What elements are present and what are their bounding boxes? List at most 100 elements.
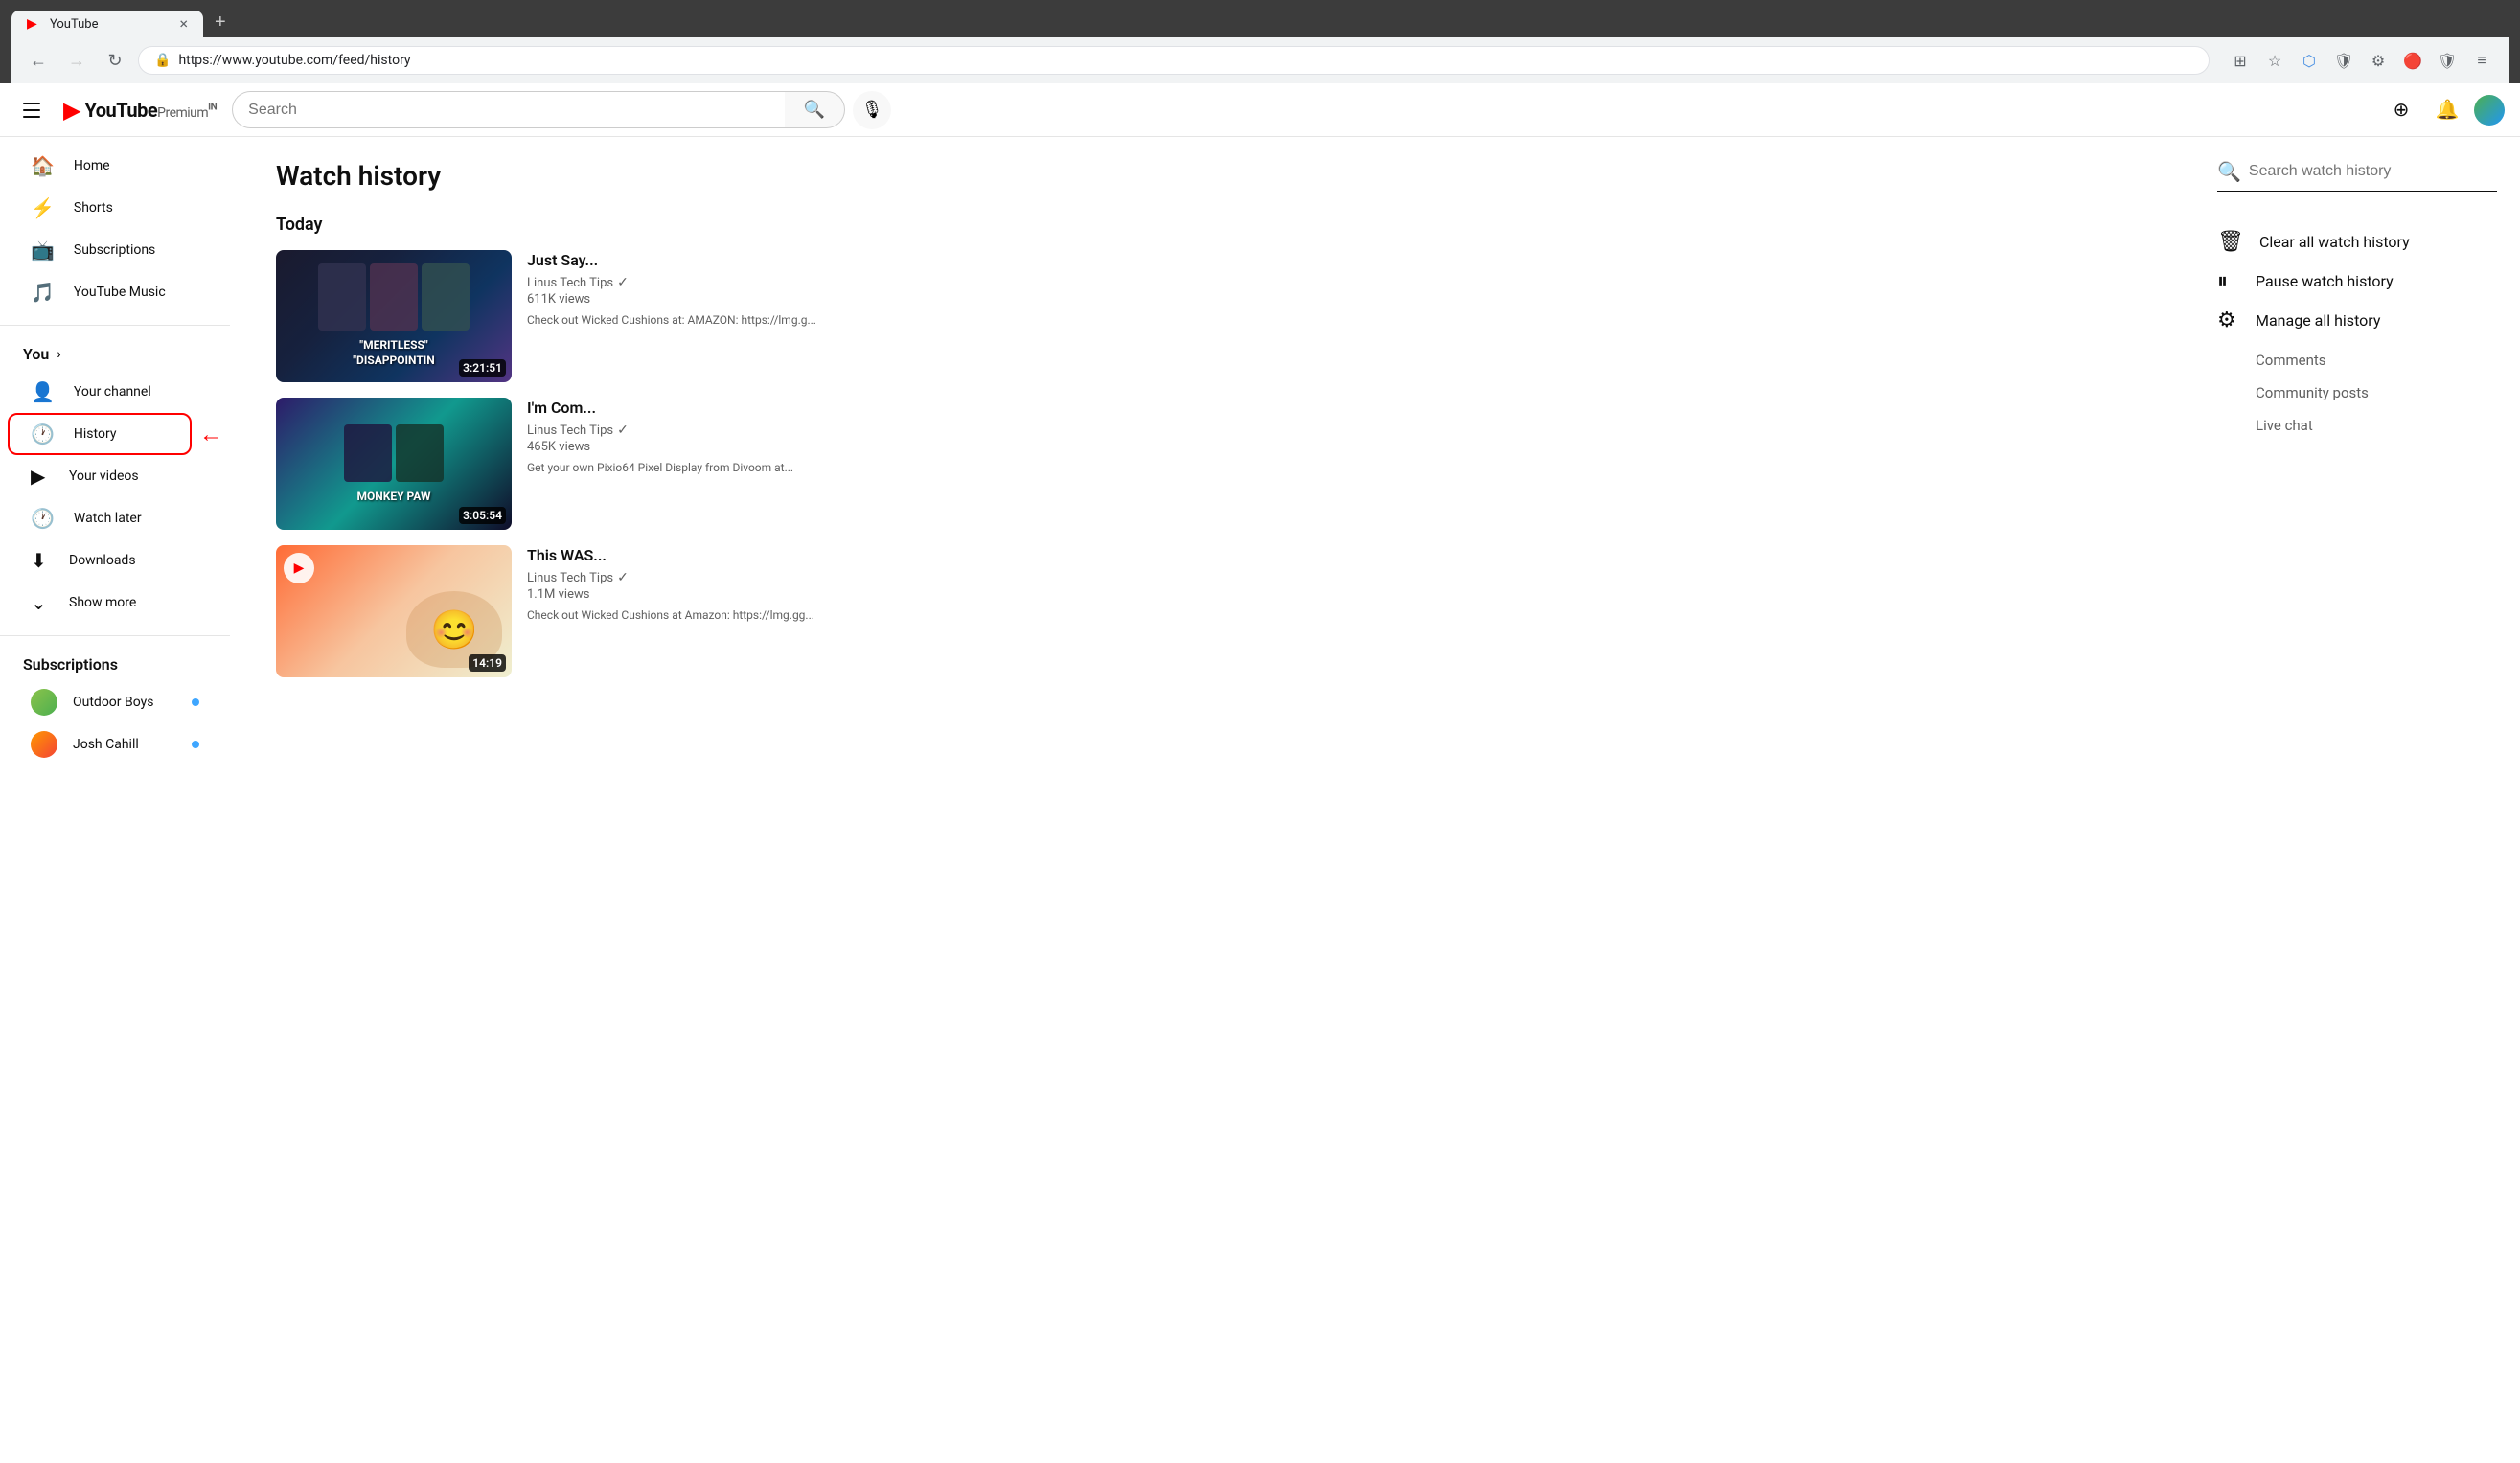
- live-chat-action[interactable]: Live chat: [2256, 409, 2497, 442]
- url-bar[interactable]: 🔒 https://www.youtube.com/feed/history: [138, 46, 2210, 75]
- clear-history-label: Clear all watch history: [2259, 233, 2410, 251]
- thumb-overlay-text-2: MONKEY PAW: [356, 490, 430, 503]
- sidebar-item-videos-label: Your videos: [69, 469, 139, 484]
- you-label: You: [23, 345, 49, 363]
- channel-name-2: Linus Tech Tips: [527, 423, 613, 438]
- account-avatar[interactable]: [2474, 95, 2505, 126]
- sidebar-item-shorts-label: Shorts: [74, 200, 113, 216]
- addon-3-icon[interactable]: 🔴: [2397, 45, 2428, 76]
- video-channel-3: Linus Tech Tips ✓: [527, 570, 947, 585]
- video-title-1: Just Say...: [527, 250, 947, 271]
- sidebar-item-home-label: Home: [74, 158, 110, 173]
- josh-cahill-notification-dot: [192, 741, 199, 748]
- clear-history-button[interactable]: 🗑 Clear all watch history: [2217, 222, 2497, 262]
- history-row: 🕐 History ←: [8, 413, 222, 455]
- sidebar-divider-2: [0, 635, 230, 636]
- create-button[interactable]: ⊕: [2382, 91, 2420, 129]
- watch-later-icon: 🕐: [31, 507, 55, 530]
- browser-chrome: ▶ YouTube × + ← → ↻ 🔒 https://www.youtub…: [0, 0, 2520, 83]
- voice-search-button[interactable]: 🎙: [853, 91, 891, 129]
- sidebar-item-watch-later-label: Watch later: [74, 511, 142, 526]
- outdoor-boys-notification-dot: [192, 698, 199, 706]
- search-input[interactable]: [232, 91, 785, 128]
- new-tab-button[interactable]: +: [207, 8, 234, 37]
- video-item[interactable]: "MERITLESS""DISAPPOINTIN 3:21:51 Just Sa…: [276, 250, 947, 382]
- search-button[interactable]: 🔍: [785, 91, 845, 128]
- video-item[interactable]: MONKEY PAW 3:05:54 I'm Com... Linus Tech…: [276, 398, 947, 530]
- manage-history-button[interactable]: ⚙ Manage all history: [2217, 301, 2497, 340]
- notifications-button[interactable]: 🔔: [2428, 91, 2466, 129]
- pause-history-label: Pause watch history: [2256, 272, 2394, 290]
- sidebar: 🏠 Home ⚡ Shorts 📺 Subscriptions 🎵 YouTub…: [0, 137, 230, 1463]
- channel-name-3: Linus Tech Tips: [527, 571, 613, 585]
- addon-1-icon[interactable]: 🛡: [2328, 45, 2359, 76]
- refresh-button[interactable]: ↻: [100, 45, 130, 76]
- sidebar-item-history[interactable]: 🕐 History: [8, 413, 192, 455]
- youtube-logo-icon: ▶: [63, 97, 80, 124]
- sidebar-item-shorts[interactable]: ⚡ Shorts: [8, 187, 222, 229]
- addon-2-icon[interactable]: ⚙: [2363, 45, 2394, 76]
- search-form: 🔍: [232, 91, 845, 128]
- search-history-section: 🔍: [2217, 160, 2497, 192]
- video-desc-3: Check out Wicked Cushions at Amazon: htt…: [527, 607, 947, 624]
- sidebar-item-watch-later[interactable]: 🕐 Watch later: [8, 497, 222, 539]
- josh-cahill-label: Josh Cahill: [73, 737, 139, 752]
- today-section-title: Today: [276, 215, 2148, 235]
- forward-button[interactable]: →: [61, 45, 92, 76]
- tab-close-button[interactable]: ×: [179, 16, 188, 32]
- subscriptions-section-title: Subscriptions: [0, 648, 230, 681]
- page-title: Watch history: [276, 160, 2148, 192]
- pause-history-button[interactable]: ⏸ Pause watch history: [2217, 262, 2497, 301]
- outdoor-boys-avatar: [31, 689, 57, 716]
- extensions-icon[interactable]: ⊞: [2225, 45, 2256, 76]
- search-history-input[interactable]: [2249, 163, 2497, 180]
- hamburger-menu-button[interactable]: [15, 95, 48, 126]
- video-thumbnail-2: MONKEY PAW 3:05:54: [276, 398, 512, 530]
- thumbnail-text-1: "MERITLESS""DISAPPOINTIN: [314, 260, 473, 372]
- header-left: ▶ YouTubePremiumIN: [15, 95, 217, 126]
- music-icon: 🎵: [31, 281, 55, 304]
- comments-action[interactable]: Comments: [2256, 344, 2497, 377]
- arrow-indicator: ←: [199, 421, 222, 448]
- youtube-body: 🏠 Home ⚡ Shorts 📺 Subscriptions 🎵 YouTub…: [0, 137, 2520, 1463]
- sidebar-item-music-label: YouTube Music: [74, 285, 166, 300]
- sidebar-item-show-more[interactable]: ⌄ Show more: [8, 582, 222, 624]
- shorts-icon: ⚡: [31, 196, 55, 219]
- sidebar-item-home[interactable]: 🏠 Home: [8, 145, 222, 187]
- community-posts-action[interactable]: Community posts: [2256, 377, 2497, 409]
- right-panel: 🔍 🗑 Clear all watch history ⏸ Pause watc…: [2194, 137, 2520, 1463]
- josh-cahill-avatar: [31, 731, 57, 758]
- subscription-outdoor-boys[interactable]: Outdoor Boys: [8, 681, 222, 723]
- sidebar-item-show-more-label: Show more: [69, 595, 136, 610]
- sidebar-item-subscriptions-label: Subscriptions: [74, 242, 155, 258]
- video-title-3: This WAS...: [527, 545, 947, 566]
- video-duration-2: 3:05:54: [459, 507, 506, 524]
- sidebar-item-your-videos[interactable]: ▶ Your videos: [8, 455, 222, 497]
- sidebar-item-youtube-music[interactable]: 🎵 YouTube Music: [8, 271, 222, 313]
- sub-actions-list: Comments Community posts Live chat: [2256, 344, 2497, 442]
- browser-nav: ← → ↻ 🔒 https://www.youtube.com/feed/his…: [11, 37, 2509, 83]
- menu-icon[interactable]: ≡: [2466, 45, 2497, 76]
- bookmark-icon[interactable]: ☆: [2259, 45, 2290, 76]
- video-duration-3: 14:19: [469, 654, 506, 672]
- subscriptions-icon: 📺: [31, 239, 55, 262]
- browser-toolbar-icons: ⊞ ☆ ⬡ 🛡 ⚙ 🔴 🛡 ≡: [2225, 45, 2497, 76]
- sidebar-item-subscriptions[interactable]: 📺 Subscriptions: [8, 229, 222, 271]
- subscription-josh-cahill[interactable]: Josh Cahill: [8, 723, 222, 766]
- active-tab[interactable]: ▶ YouTube ×: [11, 11, 203, 37]
- you-section[interactable]: You ›: [0, 337, 230, 371]
- video-channel-2: Linus Tech Tips ✓: [527, 423, 947, 438]
- channel-name-1: Linus Tech Tips: [527, 276, 613, 290]
- addon-4-icon[interactable]: 🛡: [2432, 45, 2463, 76]
- sidebar-item-downloads[interactable]: ⬇ Downloads: [8, 539, 222, 582]
- back-button[interactable]: ←: [23, 45, 54, 76]
- video-info-1: Just Say... Linus Tech Tips ✓ 611K views…: [527, 250, 947, 382]
- settings-icon: ⚙: [2217, 309, 2240, 332]
- sidebar-item-your-channel[interactable]: 👤 Your channel: [8, 371, 222, 413]
- youtube-logo[interactable]: ▶ YouTubePremiumIN: [63, 97, 217, 124]
- video-item[interactable]: ▶ 😊 14:19 This WAS... Linus Tech Tips: [276, 545, 947, 677]
- firefox-sync-icon[interactable]: ⬡: [2294, 45, 2325, 76]
- outdoor-boys-label: Outdoor Boys: [73, 695, 153, 710]
- header-right: ⊕ 🔔: [2382, 91, 2505, 129]
- youtube-app: ▶ YouTubePremiumIN 🔍 🎙 ⊕ 🔔 🏠 H: [0, 83, 2520, 1463]
